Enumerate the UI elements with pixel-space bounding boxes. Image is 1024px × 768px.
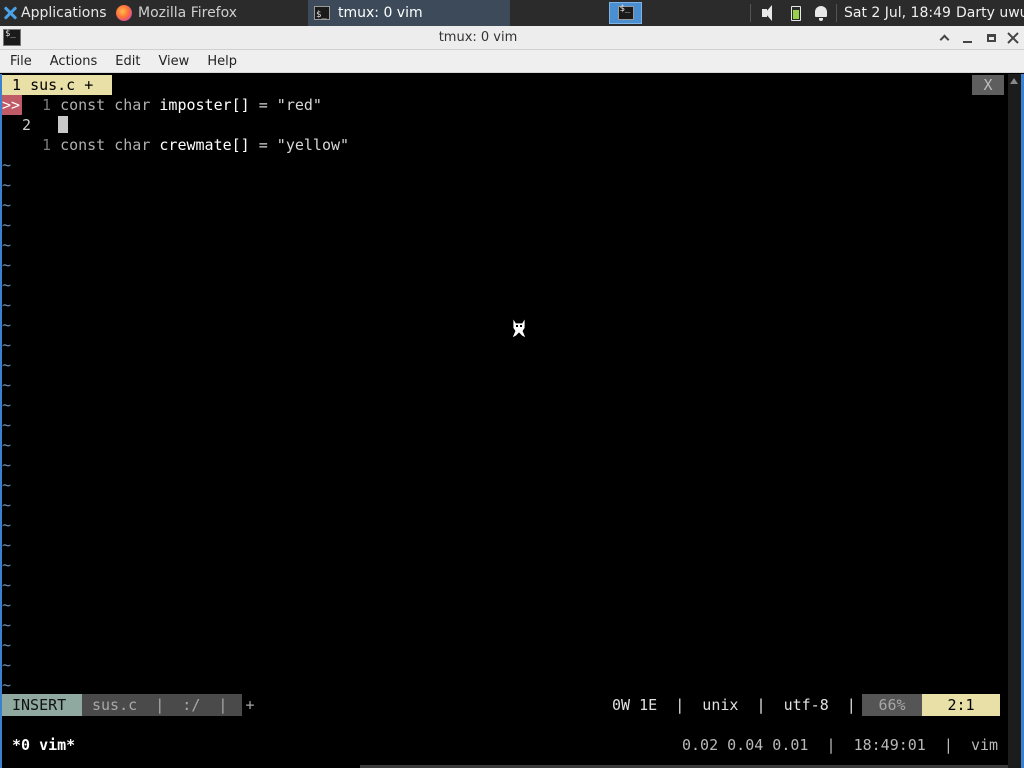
tilde-line: ~ <box>2 196 12 214</box>
tilde-line: ~ <box>2 156 12 174</box>
taskbar-item-label: Mozilla Firefox <box>138 5 238 21</box>
tilde-line: ~ <box>2 176 12 194</box>
user-menu[interactable]: Darty uwu <box>956 0 1024 26</box>
code-line[interactable]: 1 const char crewmate[] = "yellow" <box>42 135 349 155</box>
firefox-icon <box>116 5 132 21</box>
tilde-line: ~ <box>2 316 12 334</box>
tilde-line: ~ <box>2 616 12 634</box>
notification-bell-icon[interactable] <box>813 0 829 26</box>
code-line[interactable]: 1 const char imposter[] = "red" <box>42 95 322 115</box>
code-rest: = "yellow" <box>249 136 350 154</box>
window-titlebar[interactable]: tmux: 0 vim <box>0 26 1024 50</box>
tilde-line: ~ <box>2 596 12 614</box>
tilde-line: ~ <box>2 436 12 454</box>
keyword: const <box>60 136 106 154</box>
tilde-line: ~ <box>2 416 12 434</box>
menu-file[interactable]: File <box>0 54 40 69</box>
maximize-icon <box>986 34 996 42</box>
type-keyword: char <box>114 96 151 114</box>
chevron-up-icon <box>939 34 949 45</box>
clock[interactable]: Sat 2 Jul, 18:49 <box>844 0 951 26</box>
tilde-line: ~ <box>2 276 12 294</box>
tab-close-button[interactable]: X <box>972 75 1004 95</box>
type-keyword: char <box>114 136 151 154</box>
identifier: crewmate[] <box>159 136 250 154</box>
tilde-line: ~ <box>2 256 12 274</box>
close-icon <box>1007 32 1019 44</box>
terminal-icon <box>617 4 634 20</box>
taskbar-item-firefox[interactable]: Mozilla Firefox <box>110 0 308 26</box>
taskbar-item-tmux[interactable]: tmux: 0 vim <box>308 0 510 26</box>
tmux-window-tab[interactable]: *0 vim* <box>12 734 75 756</box>
code-rest: = "red" <box>249 96 322 114</box>
tilde-line: ~ <box>2 236 12 254</box>
tilde-line: ~ <box>2 496 12 514</box>
statusline-percent: 66% <box>862 694 922 716</box>
tmux-statusbar: *0 vim* 0.02 0.04 0.01 | 18:49:01 | vim <box>2 734 1008 756</box>
error-sign: >> <box>2 95 22 115</box>
tilde-line: ~ <box>2 376 12 394</box>
tilde-line: ~ <box>2 476 12 494</box>
tilde-line: ~ <box>2 516 12 534</box>
tilde-line: ~ <box>2 656 12 674</box>
panel-separator <box>750 4 751 22</box>
menu-edit[interactable]: Edit <box>105 54 148 69</box>
minimize-icon <box>962 41 972 43</box>
minimize-button[interactable] <box>958 29 976 47</box>
applications-menu[interactable]: Applications <box>0 0 110 26</box>
tilde-line: ~ <box>2 396 12 414</box>
menu-bar: File Actions Edit View Help <box>0 50 1024 73</box>
menu-view[interactable]: View <box>148 54 197 69</box>
statusline-cursor-position: 2:1 <box>922 694 1000 716</box>
workspace-switcher[interactable] <box>609 2 642 24</box>
menu-actions[interactable]: Actions <box>40 54 106 69</box>
shade-button[interactable] <box>935 29 953 47</box>
panel-separator <box>836 4 837 22</box>
tilde-line: ~ <box>2 216 12 234</box>
tilde-line: ~ <box>2 636 12 654</box>
identifier: imposter[] <box>159 96 250 114</box>
line-number: 2 <box>22 116 32 134</box>
menu-help[interactable]: Help <box>197 54 245 69</box>
tilde-line: ~ <box>2 536 12 554</box>
vim-tabline: 1 sus.c + X <box>2 75 1008 95</box>
vim-mode-indicator: INSERT <box>2 694 82 716</box>
text-cursor <box>58 116 69 133</box>
statusline-file-info: 0W 1E | unix | utf-8 | c <box>612 696 883 714</box>
line-number: 1 <box>42 136 52 154</box>
terminal-area[interactable]: 1 sus.c + X >> 1 const char imposter[] =… <box>0 74 1024 768</box>
line-number: 1 <box>42 96 52 114</box>
scroll-up-icon <box>1010 78 1018 84</box>
tilde-line: ~ <box>2 556 12 574</box>
battery-icon[interactable] <box>790 0 802 26</box>
tilde-line: ~ <box>2 676 12 694</box>
xfce-logo-icon <box>2 5 18 21</box>
vim-tab-sus-c[interactable]: 1 sus.c + <box>2 75 112 95</box>
statusline-filename: sus.c | :/ | + <box>82 694 255 716</box>
window-title: tmux: 0 vim <box>438 30 518 45</box>
tilde-line: ~ <box>2 296 12 314</box>
applications-label: Applications <box>21 5 107 21</box>
terminal-icon <box>314 4 330 26</box>
volume-icon[interactable] <box>760 0 778 26</box>
tilde-line: ~ <box>2 336 12 354</box>
tilde-line: ~ <box>2 456 12 474</box>
top-panel: Applications Mozilla Firefox tmux: 0 vim… <box>0 0 1024 26</box>
keyword: const <box>60 96 106 114</box>
tab-modified: + <box>84 76 94 94</box>
maximize-button[interactable] <box>982 29 1000 47</box>
code-line-current[interactable]: 2 <box>22 115 69 135</box>
mouse-cursor-icon <box>511 316 527 339</box>
close-button[interactable] <box>1004 29 1022 47</box>
tilde-line: ~ <box>2 576 12 594</box>
tab-filename: sus.c <box>30 76 76 94</box>
scrollbar[interactable] <box>1008 74 1021 768</box>
tmux-status-right: 0.02 0.04 0.01 | 18:49:01 | vim <box>682 736 999 754</box>
tab-number: 1 <box>12 76 22 94</box>
vim-statusline: INSERT sus.c | :/ | + 0W 1E | unix | utf… <box>2 694 1008 716</box>
tilde-line: ~ <box>2 356 12 374</box>
taskbar-item-label: tmux: 0 vim <box>338 5 423 21</box>
